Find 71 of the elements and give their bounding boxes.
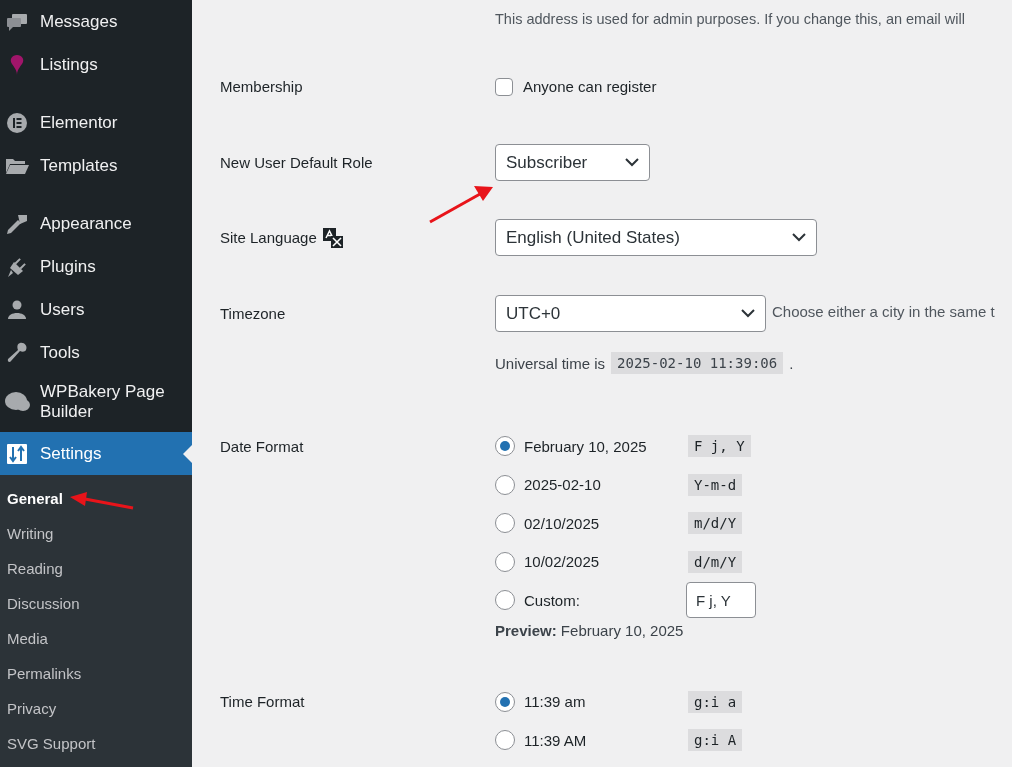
chevron-down-icon: [625, 158, 639, 167]
preview-text: Preview: February 10, 2025: [495, 621, 685, 639]
field-label: Site Language: [220, 229, 317, 246]
help-text: This address is used for admin purposes. If you change this, an email will: [495, 10, 966, 29]
custom-format-field[interactable]: F j, Y: [686, 582, 756, 619]
radio-label: 2025-02-10: [524, 476, 601, 494]
wrench-icon: [6, 341, 28, 364]
submenu-item[interactable]: Permalinks: [0, 656, 192, 691]
submenu-item[interactable]: SVG Support: [0, 726, 192, 761]
sidebar-item[interactable]: Appearance: [0, 202, 192, 245]
universal-time-value: 2025-02-10 11:39:06: [611, 352, 784, 374]
chevron-down-icon: [741, 309, 755, 318]
sidebar-item[interactable]: Messages: [0, 0, 192, 43]
timezone-hint: Choose either a city in the same t: [772, 302, 995, 322]
format-code: m/d/Y: [688, 512, 743, 535]
radio-button[interactable]: [495, 691, 515, 712]
user-icon: [7, 299, 27, 320]
elementor-logo-icon: [6, 111, 28, 134]
field-label: Membership: [220, 78, 303, 95]
chat-bubbles-icon: [6, 11, 28, 32]
radio-label: Custom:: [524, 591, 580, 609]
submenu-item[interactable]: Reading: [0, 551, 192, 586]
submenu-item[interactable]: General: [0, 481, 192, 516]
current-menu-pointer: [183, 444, 192, 463]
language-select[interactable]: English (United States): [495, 219, 817, 256]
plug-icon: [6, 255, 28, 278]
field-label: Time Format: [220, 693, 305, 710]
chevron-down-icon: [792, 233, 806, 242]
annotation-arrow: [429, 186, 493, 224]
radio-label: 11:39 am: [524, 693, 586, 711]
sidebar-item[interactable]: Templates: [0, 144, 192, 187]
radio-button[interactable]: [495, 436, 515, 457]
sidebar-item[interactable]: Users: [0, 288, 192, 331]
field-label: New User Default Role: [220, 154, 373, 171]
radio-label: 02/10/2025: [524, 514, 600, 532]
submenu-item[interactable]: Discussion: [0, 586, 192, 621]
timezone-select[interactable]: UTC+0: [495, 295, 766, 332]
sidebar-item[interactable]: Listings: [0, 43, 192, 86]
radio-label: February 10, 2025: [524, 437, 647, 455]
sidebar-item[interactable]: Settings: [0, 432, 192, 475]
submenu-item[interactable]: Media: [0, 621, 192, 656]
annotation-arrow: [70, 492, 134, 510]
role-select[interactable]: Subscriber: [495, 144, 650, 181]
radio-label: 10/02/2025: [524, 553, 600, 571]
cloud-icon: [4, 391, 30, 413]
radio-button[interactable]: [495, 551, 515, 572]
paintbrush-icon: [5, 212, 29, 235]
radio-button[interactable]: [495, 513, 515, 534]
field-label: Timezone: [220, 305, 286, 322]
period-text: .: [789, 354, 794, 372]
format-code: d/m/Y: [688, 550, 743, 573]
radio-label: 11:39 AM: [524, 731, 587, 749]
format-code: g:i a: [688, 690, 743, 713]
checkbox[interactable]: [495, 77, 513, 96]
format-code: g:i A: [688, 729, 743, 752]
checkbox-label: Anyone can register: [523, 78, 657, 95]
field-label: Date Format: [220, 437, 304, 455]
sliders-icon: [7, 443, 27, 464]
format-code: Y-m-d: [688, 473, 743, 496]
sidebar-item[interactable]: WPBakery Page Builder: [0, 374, 192, 430]
format-code: F j, Y: [688, 435, 751, 458]
sidebar-item[interactable]: Tools: [0, 331, 192, 374]
submenu-item[interactable]: Privacy: [0, 691, 192, 726]
universal-time-label: Universal time is: [495, 354, 606, 372]
radio-button[interactable]: [495, 730, 515, 751]
radio-button[interactable]: [495, 590, 515, 611]
translate-icon: [322, 227, 343, 248]
radio-button[interactable]: [495, 474, 515, 495]
sidebar-item[interactable]: Elementor: [0, 101, 192, 144]
sidebar-item[interactable]: Plugins: [0, 245, 192, 288]
submenu-item[interactable]: Writing: [0, 516, 192, 551]
